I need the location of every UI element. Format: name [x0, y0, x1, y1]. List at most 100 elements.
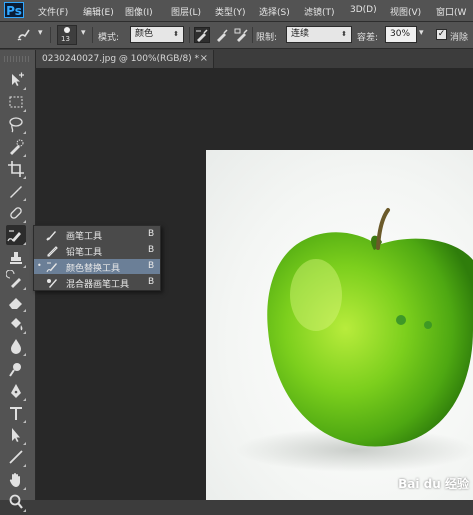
menu-view[interactable]: 视图(V) [390, 5, 421, 18]
dropdown-arrow-icon: ⬍ [341, 30, 347, 38]
tolerance-value: 30% [390, 29, 411, 39]
tool-group-indicator [23, 309, 26, 312]
tool-group-indicator [23, 397, 26, 401]
tolerance-input[interactable]: 30% [385, 26, 417, 43]
pencil-icon [46, 244, 59, 257]
flyout-bullet: • [37, 261, 42, 270]
tool-preset-icon[interactable] [16, 27, 32, 43]
photoshop-logo: Ps [4, 2, 24, 18]
blur-tool-icon[interactable] [6, 336, 26, 357]
separator [189, 27, 190, 43]
separator [252, 27, 253, 43]
dodge-tool-icon[interactable] [6, 359, 26, 379]
dropdown-arrow-icon: ⬍ [173, 30, 179, 38]
tool-group-indicator [23, 486, 26, 490]
quick-selection-tool-icon[interactable] [6, 137, 26, 157]
brush-picker-arrow-icon[interactable]: ▾ [81, 28, 86, 38]
flyout-item-mixer-brush[interactable]: 混合器画笔工具 B [34, 275, 160, 290]
menu-bar: Ps 文件(F) 编辑(E) 图像(I) 图层(L) 类型(Y) 选择(S) 滤… [0, 0, 473, 22]
close-icon[interactable]: × [200, 53, 208, 64]
separator [50, 27, 51, 43]
hand-tool-icon[interactable] [6, 470, 26, 490]
flyout-item-shortcut: B [148, 277, 155, 287]
flyout-item-label: 画笔工具 [66, 232, 103, 242]
menu-3d[interactable]: 3D(D) [350, 5, 377, 15]
menu-image[interactable]: 图像(I) [125, 5, 153, 18]
flyout-item-shortcut: B [148, 229, 155, 239]
document-tab[interactable]: 0230240027.jpg @ 100%(RGB/8) * × [36, 50, 214, 68]
flyout-item-brush[interactable]: 画笔工具 B [34, 227, 160, 242]
sampling-continuous-icon[interactable] [194, 27, 210, 43]
menu-file[interactable]: 文件(F) [38, 5, 68, 18]
tool-group-indicator [23, 420, 26, 423]
flyout-item-shortcut: B [148, 245, 155, 255]
separator [92, 27, 93, 43]
brush-tool-flyout: 画笔工具 B 铅笔工具 B • 颜色替换工具 B 混合器画笔工具 B [33, 225, 161, 291]
mode-value: 颜色 [135, 29, 154, 39]
tolerance-arrow-icon[interactable]: ▾ [419, 28, 424, 38]
flyout-item-pencil[interactable]: 铅笔工具 B [34, 243, 160, 258]
zoom-tool-icon[interactable] [6, 492, 26, 512]
menu-type[interactable]: 类型(Y) [215, 5, 246, 18]
tool-group-indicator [23, 464, 26, 468]
tool-group-indicator [23, 331, 26, 335]
tolerance-label: 容差: [357, 33, 379, 43]
mode-dropdown[interactable]: 颜色 ⬍ [130, 26, 184, 43]
eraser-tool-icon[interactable] [6, 292, 26, 312]
healing-brush-tool-icon[interactable] [6, 203, 26, 224]
tool-group-indicator [23, 87, 26, 90]
history-brush-tool-icon[interactable] [5, 269, 26, 290]
menu-select[interactable]: 选择(S) [259, 5, 290, 18]
tool-group-indicator [23, 131, 26, 135]
flyout-item-label: 铅笔工具 [66, 248, 103, 258]
color-replacement-icon [46, 260, 59, 273]
line-tool-icon[interactable] [6, 447, 26, 468]
limit-label: 限制: [256, 33, 278, 43]
menu-filter[interactable]: 滤镜(T) [304, 5, 335, 18]
apple-photo[interactable]: Bai du 经验 [206, 150, 473, 500]
marquee-tool-icon[interactable] [6, 92, 26, 113]
pen-tool-icon[interactable] [6, 381, 26, 401]
document-tab-label: 0230240027.jpg @ 100%(RGB/8) * [42, 54, 200, 64]
lasso-tool-icon[interactable] [6, 114, 26, 135]
tool-group-indicator [23, 286, 26, 290]
flyout-item-color-replacement[interactable]: • 颜色替换工具 B [34, 259, 160, 274]
tool-preset-arrow-icon[interactable]: ▾ [38, 28, 43, 38]
toolbox-panel [0, 50, 36, 512]
tool-group-indicator [23, 442, 26, 446]
toolbox-grip[interactable] [4, 56, 30, 62]
type-tool-icon[interactable] [6, 403, 26, 423]
clone-stamp-tool-icon[interactable] [6, 248, 26, 268]
brush-size-value: 13 [61, 35, 70, 43]
limit-dropdown[interactable]: 连续 ⬍ [286, 26, 352, 43]
brush-icon [46, 228, 59, 241]
move-tool-icon[interactable] [6, 70, 26, 90]
flyout-item-label: 颜色替换工具 [66, 264, 121, 274]
tool-group-indicator [23, 109, 26, 113]
antialias-checkbox[interactable]: ✓ [436, 29, 447, 40]
sampling-once-icon[interactable] [214, 27, 230, 43]
tool-group-indicator [23, 175, 26, 179]
flyout-item-label: 混合器画笔工具 [66, 280, 130, 290]
path-selection-tool-icon[interactable] [6, 425, 26, 446]
tool-group-indicator [23, 153, 26, 157]
tool-group-indicator [23, 242, 26, 246]
antialias-label: 消除 [450, 33, 469, 43]
crop-tool-icon[interactable] [6, 159, 26, 179]
menu-layer[interactable]: 图层(L) [171, 5, 201, 18]
paint-bucket-tool-icon[interactable] [6, 314, 26, 335]
green-apple-image [236, 208, 473, 472]
eyedropper-tool-icon[interactable] [6, 181, 26, 201]
menu-window[interactable]: 窗口(W [436, 5, 466, 18]
mode-label: 模式: [98, 33, 120, 43]
tool-group-indicator [23, 353, 26, 357]
color-replacement-tool-icon[interactable] [6, 225, 26, 246]
options-bar: ▾ 13 ▾ 模式: 颜色 ⬍ 限制: 连续 ⬍ 容差: 30% ▾ ✓ 消除 [0, 22, 473, 49]
mixer-brush-icon [46, 276, 59, 289]
brush-size-picker[interactable]: 13 [57, 25, 77, 45]
tool-group-indicator [23, 220, 26, 224]
brush-tip-icon [64, 27, 70, 33]
tool-group-indicator [23, 508, 26, 512]
sampling-background-icon[interactable] [234, 27, 250, 43]
menu-edit[interactable]: 编辑(E) [83, 5, 114, 18]
